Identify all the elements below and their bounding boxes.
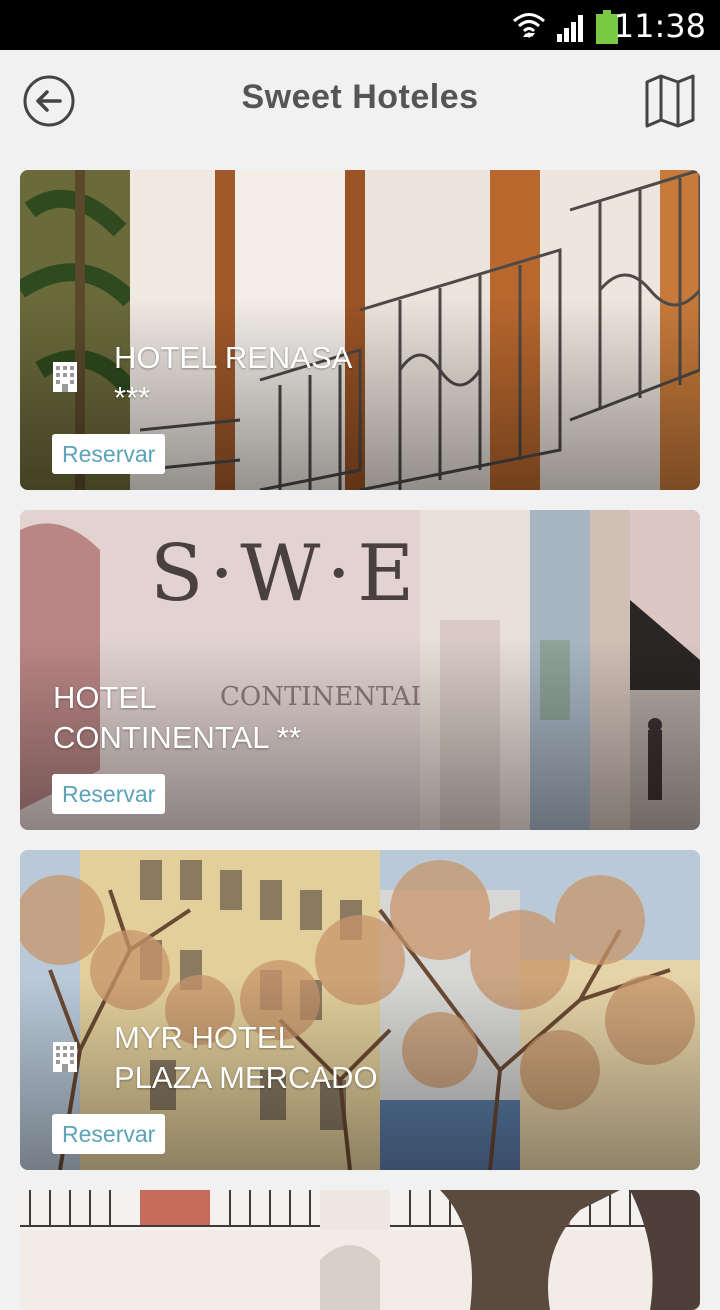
hotel-name-line1: HOTEL RENASA: [114, 340, 353, 375]
hotel-name-line1: HOTEL: [53, 680, 157, 715]
hotel-stars: ***: [114, 380, 151, 415]
page-title: Sweet Hoteles: [241, 78, 479, 116]
hotel-name-line2: PLAZA MERCADO: [114, 1060, 378, 1095]
status-bar: 11:38: [0, 0, 720, 50]
hotel-card[interactable]: HOTEL RENASA *** Reservar: [20, 170, 700, 490]
map-icon[interactable]: [644, 74, 696, 128]
reserve-button[interactable]: Reservar: [52, 1114, 166, 1154]
hotel-name-line1: MYR HOTEL: [114, 1020, 295, 1055]
wifi-icon: [513, 13, 545, 38]
hotel-photo: [20, 1190, 700, 1310]
reserve-button[interactable]: Reservar: [52, 774, 166, 814]
building-icon: [53, 362, 77, 392]
hotel-name-line2: CONTINENTAL **: [53, 720, 302, 755]
hotel-name: HOTEL RENASA ***: [114, 338, 534, 418]
app-header: Sweet Hoteles: [0, 50, 720, 150]
clock-time: 11:38: [613, 7, 706, 45]
hotel-card[interactable]: [20, 1190, 700, 1310]
hotel-card[interactable]: MYR HOTEL PLAZA MERCADO Reservar: [20, 850, 700, 1170]
hotel-name: HOTEL CONTINENTAL **: [53, 678, 473, 758]
building-icon: [53, 1042, 77, 1072]
reserve-button[interactable]: Reservar: [52, 434, 166, 474]
hotel-name: MYR HOTEL PLAZA MERCADO: [114, 1018, 534, 1098]
hotel-card[interactable]: S·W·E·E·T CONTINENTAL HOTEL CONTINENTAL …: [20, 510, 700, 830]
signal-icon: [557, 15, 583, 42]
